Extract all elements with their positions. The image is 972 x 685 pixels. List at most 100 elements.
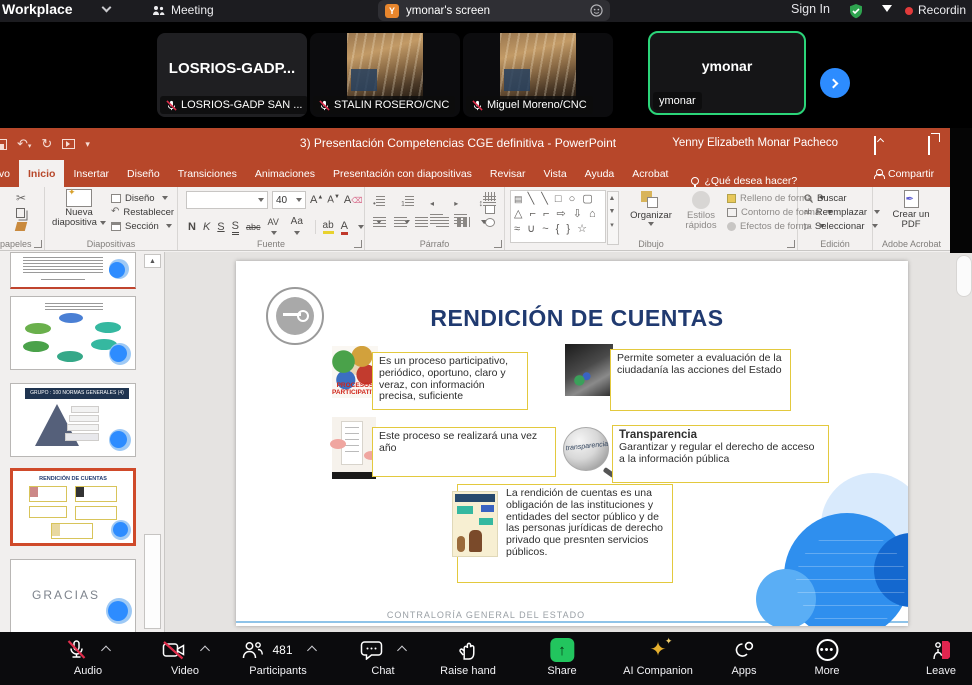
align-text-button[interactable] [485, 205, 495, 214]
paste-button[interactable]: Pegar [0, 191, 2, 221]
tab-animaciones[interactable]: Animaciones [246, 160, 324, 187]
align-center-button[interactable] [394, 217, 407, 227]
thumbnail-slide-5[interactable]: GRACIAS [10, 559, 136, 633]
thumbnail-scroll-up-button[interactable]: ▲ [144, 254, 161, 268]
create-pdf-button[interactable]: ✒ Crear un PDF [885, 190, 937, 231]
text-direction-button[interactable] [485, 192, 496, 201]
tab-vista[interactable]: Vista [535, 160, 576, 187]
workspace-menu[interactable]: Workplace [2, 1, 73, 17]
quick-styles-button[interactable]: Estilos rápidos [679, 191, 723, 232]
character-spacing-button[interactable]: AV [268, 217, 284, 237]
thumbnail-slide-3[interactable]: GRUPO : 100 NORMAS GENERALES (4) [10, 383, 136, 457]
thumbnail-slide-2[interactable] [10, 296, 136, 370]
video-tile-miguel[interactable]: Miguel Moreno/CNC [463, 33, 613, 117]
bold-button[interactable]: N [188, 221, 196, 233]
current-slide[interactable]: RENDICIÓN DE CUENTAS PROCESOS PARTICIPAT… [236, 261, 908, 626]
more-control[interactable]: ••• More [814, 638, 839, 677]
video-options-chevron[interactable] [200, 645, 210, 655]
customize-qat-icon[interactable]: ▾ [85, 139, 90, 150]
participants-control[interactable]: 481 Participants [240, 638, 315, 677]
citizen-evaluation-image[interactable] [565, 344, 613, 396]
leave-control[interactable]: Leave [926, 638, 956, 677]
reset-slide-button[interactable]: ↶Restablecer [111, 205, 174, 219]
raise-hand-control[interactable]: Raise hand [440, 638, 496, 677]
chevron-down-icon[interactable] [102, 3, 112, 13]
chat-options-chevron[interactable] [397, 645, 407, 655]
font-dialog-launcher[interactable] [354, 240, 362, 248]
change-case-button[interactable]: Aa [291, 216, 308, 238]
screen-share-indicator[interactable]: Y ymonar's screen [378, 0, 610, 21]
tab-archivo[interactable]: Archivo [0, 160, 19, 187]
font-name-combo[interactable] [186, 191, 268, 209]
strikethrough-button[interactable]: abc [246, 222, 261, 232]
tab-diseno[interactable]: Diseño [118, 160, 169, 187]
transparency-lens-image[interactable]: transparencia [563, 427, 615, 477]
video-tile-stalin[interactable]: STALIN ROSERO/CNC [310, 33, 460, 117]
gallery-next-button[interactable] [820, 68, 850, 98]
participants-options-chevron[interactable] [307, 645, 317, 655]
share-button[interactable]: Compartir [874, 160, 950, 187]
apps-control[interactable]: Apps [731, 638, 756, 677]
align-left-button[interactable] [373, 217, 386, 227]
section-button[interactable]: Sección [111, 219, 174, 233]
undo-icon[interactable]: ↶▾ [17, 136, 31, 152]
save-icon[interactable] [0, 139, 7, 150]
workspace-scrollbar[interactable] [956, 255, 972, 297]
tab-inicio[interactable]: Inicio [19, 160, 64, 187]
ai-companion-control[interactable]: ✦ AI Companion [623, 638, 693, 677]
thumbnail-slide-4-selected[interactable]: RENDICIÓN DE CUENTAS [10, 468, 136, 546]
font-color-button[interactable]: A [341, 220, 348, 235]
find-button[interactable]: Buscar [804, 191, 880, 205]
tab-acrobat[interactable]: Acrobat [623, 160, 677, 187]
tab-ayuda[interactable]: Ayuda [576, 160, 624, 187]
sign-in-button[interactable]: Sign In [791, 2, 830, 16]
video-control[interactable]: Video [162, 638, 209, 677]
redo-icon[interactable]: ↻ [41, 136, 52, 152]
tab-revisar[interactable]: Revisar [481, 160, 535, 187]
filter-caret-icon[interactable] [882, 5, 892, 12]
audio-control[interactable]: Audio [67, 638, 110, 677]
tab-transiciones[interactable]: Transiciones [169, 160, 246, 187]
copy-button[interactable] [16, 208, 25, 218]
slide-title[interactable]: RENDICIÓN DE CUENTAS [336, 305, 818, 332]
shapes-gallery-scroll[interactable]: ▲▼▾ [607, 191, 619, 245]
arrange-button[interactable]: Organizar [625, 191, 677, 226]
start-slideshow-icon[interactable] [62, 139, 75, 149]
video-tile-losrios[interactable]: LOSRIOS-GADP... LOSRIOS-GADP SAN ... [157, 33, 307, 117]
slide-textbox-2[interactable]: Permite someter a evaluación de la ciuda… [610, 349, 791, 411]
format-painter-button[interactable] [15, 222, 27, 231]
increase-font-icon[interactable]: A▲ [310, 194, 323, 206]
share-control[interactable]: ↑ Share [547, 638, 576, 677]
reaction-icon[interactable] [590, 4, 603, 17]
cut-button[interactable]: ✂ [16, 192, 26, 204]
video-tile-ymonar-active[interactable]: ymonar ymonar [648, 31, 806, 115]
columns-button[interactable] [457, 217, 470, 227]
highlight-color-button[interactable]: ab [323, 220, 334, 234]
paragraph-dialog-launcher[interactable] [494, 240, 502, 248]
ribbon-display-options-button[interactable] [874, 137, 876, 155]
font-size-combo[interactable]: 40 [272, 191, 306, 209]
checklist-image[interactable] [332, 417, 376, 479]
chat-control[interactable]: Chat [361, 638, 406, 677]
select-button[interactable]: ▷Seleccionar [804, 219, 880, 233]
replace-button[interactable]: abReemplazar [804, 205, 880, 219]
tab-presentacion[interactable]: Presentación con diapositivas [324, 160, 481, 187]
meeting-tab[interactable]: Meeting [152, 3, 214, 17]
underline-button[interactable]: S [217, 221, 224, 233]
audio-options-chevron[interactable] [101, 645, 111, 655]
shapes-gallery[interactable]: ▤ ╲ ╲ □ ○ ▢ △ ⌐ ⌐ ⇨ ⇩ ⌂ ≈ ∪ ~ { } ☆ ▲▼▾ [510, 190, 606, 243]
justify-button[interactable] [436, 217, 449, 227]
thumbnail-slide-1[interactable] [10, 252, 136, 289]
tell-me-search[interactable]: ¿Qué desea hacer? [691, 175, 797, 187]
clipboard-dialog-launcher[interactable] [34, 240, 42, 248]
convert-smartart-button[interactable] [485, 218, 495, 227]
thumbnail-scrollbar[interactable] [144, 534, 161, 629]
italic-button[interactable]: K [203, 221, 210, 233]
new-slide-button[interactable]: ✦ Nueva diapositiva [51, 189, 107, 229]
slide-textbox-4[interactable]: Transparencia Garantizar y regular el de… [612, 425, 829, 483]
decrease-font-icon[interactable]: A▼ [327, 194, 340, 205]
slide-layout-button[interactable]: Diseño [111, 191, 174, 205]
security-shield-icon[interactable] [848, 3, 864, 19]
public-service-cartoon-image[interactable] [452, 491, 498, 557]
text-shadow-button[interactable]: S [232, 220, 239, 235]
